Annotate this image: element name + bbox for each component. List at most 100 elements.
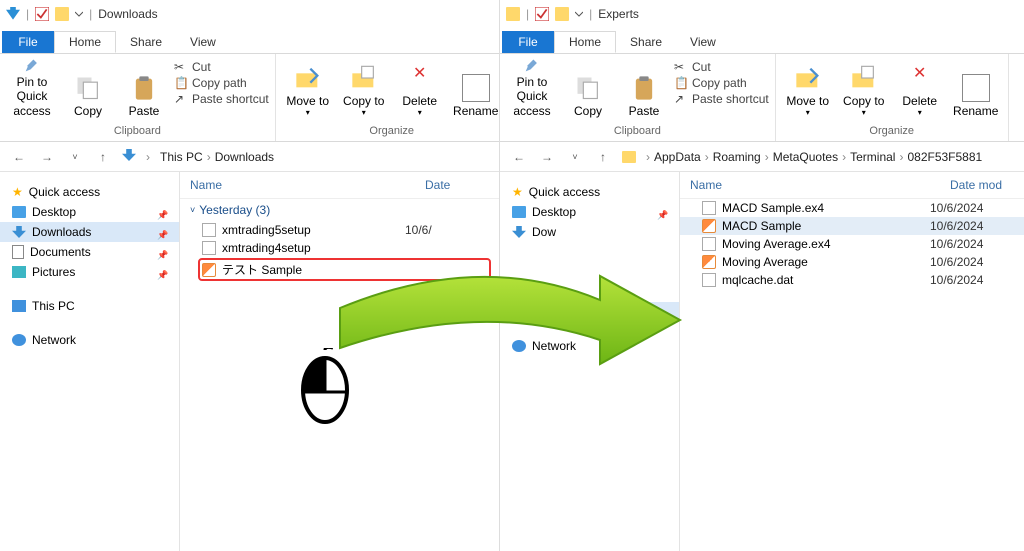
separator: | xyxy=(589,7,592,21)
nav-pictures[interactable]: Pictures xyxy=(0,262,179,282)
mq4-icon xyxy=(702,255,716,269)
nav-thispc[interactable]: Thi xyxy=(500,302,679,322)
tab-view[interactable]: View xyxy=(176,31,230,53)
col-name[interactable]: Name xyxy=(180,172,415,198)
delete-button[interactable]: ✕Delete▾ xyxy=(394,56,446,120)
breadcrumb-seg[interactable]: This PC xyxy=(160,150,203,164)
back-button[interactable]: ← xyxy=(510,148,528,166)
paste-button[interactable]: Paste xyxy=(618,56,670,120)
breadcrumb-seg[interactable]: Terminal xyxy=(850,150,895,164)
file-row[interactable]: xmtrading4setup xyxy=(180,239,499,257)
label: Yesterday (3) xyxy=(199,203,270,217)
back-button[interactable]: ← xyxy=(10,148,28,166)
tab-share[interactable]: Share xyxy=(116,31,176,53)
copy-icon xyxy=(74,74,102,102)
copy-button[interactable]: Copy xyxy=(62,56,114,120)
up-button[interactable]: ↑ xyxy=(594,148,612,166)
tab-file[interactable]: File xyxy=(502,31,554,53)
copy-icon xyxy=(574,74,602,102)
copy-to-button[interactable]: Copy to▾ xyxy=(838,56,890,120)
file-row[interactable]: Moving Average 10/6/2024 xyxy=(680,253,1024,271)
recent-button[interactable]: ˅ xyxy=(66,148,84,166)
nav-quick-access[interactable]: Quick access xyxy=(500,182,679,202)
ribbon-group-clipboard: Pin to Quick access Copy Paste ✂Cut 📋Cop… xyxy=(500,54,776,141)
file-row[interactable]: mqlcache.dat 10/6/2024 xyxy=(680,271,1024,289)
network-icon xyxy=(12,334,26,346)
group-header[interactable]: ˅Yesterday (3) xyxy=(180,199,499,221)
label: Pin to Quick access xyxy=(506,75,558,118)
file-row-highlighted[interactable]: テスト Sample xyxy=(198,258,491,281)
nav-desktop[interactable]: Desktop xyxy=(0,202,179,222)
file-name: MACD Sample xyxy=(722,219,801,233)
scissors-icon: ✂ xyxy=(174,60,188,74)
tab-share[interactable]: Share xyxy=(616,31,676,53)
copy-path-button[interactable]: 📋Copy path xyxy=(174,76,269,90)
pin-to-quick-access-button[interactable]: Pin to Quick access xyxy=(6,56,58,120)
label: New folder xyxy=(1015,89,1024,118)
col-date[interactable]: Date mod xyxy=(940,172,1024,198)
new-folder-button[interactable]: New folder xyxy=(1015,56,1024,120)
tab-view[interactable]: View xyxy=(676,31,730,53)
ribbon-group-organize: Move to▾ Copy to▾ ✕Delete▾ Rename Organi… xyxy=(276,54,509,141)
file-date: 10/6/2024 xyxy=(930,219,1014,233)
chevron-right-icon: › xyxy=(646,150,650,164)
recent-button[interactable]: ˅ xyxy=(566,148,584,166)
move-to-button[interactable]: Move to▾ xyxy=(782,56,834,120)
breadcrumb-seg[interactable]: MetaQuotes xyxy=(773,150,838,164)
col-name[interactable]: Name xyxy=(680,172,940,198)
network-icon xyxy=(512,340,526,352)
group-label xyxy=(1015,125,1024,139)
cut-button[interactable]: ✂Cut xyxy=(674,60,769,74)
copy-button[interactable]: Copy xyxy=(562,56,614,120)
breadcrumb-seg[interactable]: Downloads xyxy=(215,150,274,164)
content-area: Quick access Desktop Dow Thi Network Nam… xyxy=(500,172,1024,551)
delete-button[interactable]: ✕Delete▾ xyxy=(894,56,946,120)
tab-home[interactable]: Home xyxy=(554,31,616,53)
folder-icon xyxy=(622,151,636,163)
moveto-icon xyxy=(294,64,322,92)
copy-to-button[interactable]: Copy to▾ xyxy=(338,56,390,120)
cut-button[interactable]: ✂Cut xyxy=(174,60,269,74)
rename-button[interactable]: Rename xyxy=(450,56,502,120)
path-icon: 📋 xyxy=(674,76,688,90)
move-to-button[interactable]: Move to▾ xyxy=(282,56,334,120)
nav-documents[interactable]: Documents xyxy=(0,242,179,262)
pin-to-quick-access-button[interactable]: Pin to Quick access xyxy=(506,56,558,120)
label: Pin to Quick access xyxy=(6,75,58,118)
file-name: xmtrading4setup xyxy=(222,241,311,255)
nav-downloads[interactable]: Downloads xyxy=(0,222,179,242)
file-name: テスト Sample xyxy=(222,261,302,278)
label: Copy to xyxy=(843,94,884,108)
tab-home[interactable]: Home xyxy=(54,31,116,53)
breadcrumb-seg[interactable]: 082F53F5881 xyxy=(907,150,982,164)
label: Downloads xyxy=(32,225,91,239)
file-row[interactable]: xmtrading5setup 10/6/ xyxy=(180,221,499,239)
breadcrumb-seg[interactable]: Roaming xyxy=(713,150,761,164)
nav-network[interactable]: Network xyxy=(0,330,179,350)
forward-button[interactable]: → xyxy=(538,148,556,166)
file-row[interactable]: Moving Average.ex4 10/6/2024 xyxy=(680,235,1024,253)
ribbon-tabs: File Home Share View xyxy=(500,28,1024,54)
paste-shortcut-button[interactable]: ↗Paste shortcut xyxy=(674,92,769,106)
paste-shortcut-button[interactable]: ↗Paste shortcut xyxy=(174,92,269,106)
file-row[interactable]: MACD Sample.ex4 10/6/2024 xyxy=(680,199,1024,217)
tab-file[interactable]: File xyxy=(2,31,54,53)
ribbon-group-clipboard: Pin to Quick access Copy Paste ✂Cut 📋Cop… xyxy=(0,54,276,141)
copy-path-button[interactable]: 📋Copy path xyxy=(674,76,769,90)
nav-quick-access[interactable]: Quick access xyxy=(0,182,179,202)
nav-network[interactable]: Network xyxy=(500,336,679,356)
forward-button[interactable]: → xyxy=(38,148,56,166)
nav-downloads[interactable]: Dow xyxy=(500,222,679,242)
group-label: Organize xyxy=(282,125,502,139)
check-icon xyxy=(35,7,49,21)
breadcrumb-seg[interactable]: AppData xyxy=(654,150,701,164)
paste-button[interactable]: Paste xyxy=(118,56,170,120)
nav-desktop[interactable]: Desktop xyxy=(500,202,679,222)
file-icon xyxy=(202,241,216,255)
nav-thispc[interactable]: This PC xyxy=(0,296,179,316)
rename-button[interactable]: Rename xyxy=(950,56,1002,120)
col-date[interactable]: Date xyxy=(415,172,499,198)
up-button[interactable]: ↑ xyxy=(94,148,112,166)
file-row-selected[interactable]: MACD Sample 10/6/2024 xyxy=(680,217,1024,235)
column-headers: Name Date xyxy=(180,172,499,199)
